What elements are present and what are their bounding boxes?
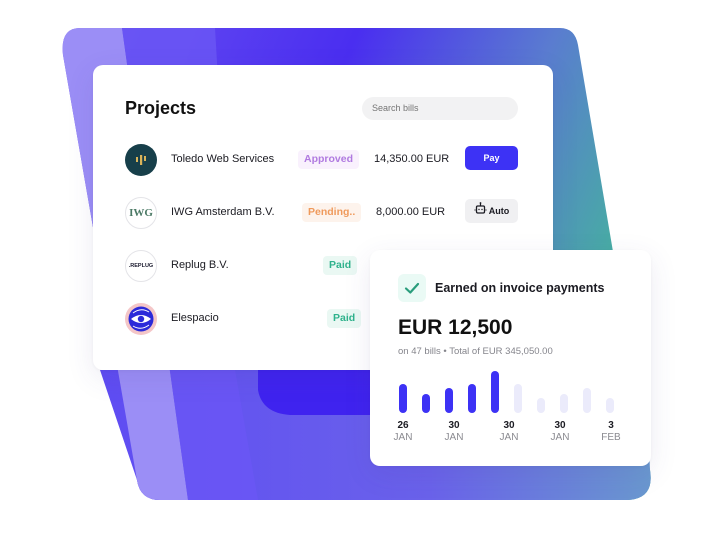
x-tick-label: 3 FEB <box>591 420 631 444</box>
bg-inner-dark-shape <box>258 370 370 415</box>
earned-card: Earned on invoice payments EUR 12,500 on… <box>370 250 651 466</box>
project-name: IWG Amsterdam B.V. <box>171 206 275 218</box>
status-badge: Approved <box>298 150 360 169</box>
tick-day: 3 <box>608 420 614 431</box>
x-tick-label: 30 JAN <box>434 420 474 444</box>
chart-bar <box>606 398 614 413</box>
replug-logo: .REPLUG <box>125 250 157 282</box>
chart-bar <box>583 388 591 413</box>
chart-bar <box>560 394 568 413</box>
chart-bar <box>399 384 407 413</box>
project-amount: 8,000.00 EUR <box>376 206 446 218</box>
tick-day: 30 <box>448 420 460 431</box>
tick-month: JAN <box>499 432 519 443</box>
chart-bar <box>422 394 430 413</box>
tick-month: FEB <box>601 432 621 443</box>
chart-bar <box>537 398 545 413</box>
status-badge: Paid <box>323 256 358 275</box>
status-badge: Paid <box>327 309 362 328</box>
iwg-logo: IWG <box>125 197 157 229</box>
chart-bar <box>445 388 453 413</box>
auto-button[interactable]: Auto <box>465 199 518 223</box>
elespacio-logo <box>125 303 157 335</box>
chart-bar <box>491 371 499 413</box>
toledo-logo <box>125 144 157 176</box>
tick-day: 30 <box>503 420 515 431</box>
project-name: Elespacio <box>171 312 219 324</box>
auto-label: Auto <box>488 206 510 216</box>
chart-bar <box>468 384 476 413</box>
search-bills-input[interactable] <box>362 97 518 120</box>
x-tick-label: 26 JAN <box>383 420 423 444</box>
tick-month: JAN <box>393 432 413 443</box>
tick-month: JAN <box>444 432 464 443</box>
project-row[interactable]: Toledo Web Services Approved 14,350.00 E… <box>125 144 525 180</box>
projects-title: Projects <box>125 98 197 118</box>
x-tick-label: 30 JAN <box>540 420 580 444</box>
pay-button[interactable]: Pay <box>465 146 518 170</box>
robot-icon <box>474 200 487 224</box>
chart-bar <box>514 384 522 413</box>
project-name: Replug B.V. <box>171 259 229 271</box>
tick-month: JAN <box>550 432 570 443</box>
project-row[interactable]: IWG IWG Amsterdam B.V. Pending.. 8,000.0… <box>125 197 525 233</box>
project-name: Toledo Web Services <box>171 153 275 165</box>
tick-day: 30 <box>554 420 566 431</box>
tick-day: 26 <box>397 420 409 431</box>
status-badge: Pending.. <box>302 203 362 222</box>
project-amount: 14,350.00 EUR <box>374 153 450 165</box>
x-tick-label: 30 JAN <box>489 420 529 444</box>
